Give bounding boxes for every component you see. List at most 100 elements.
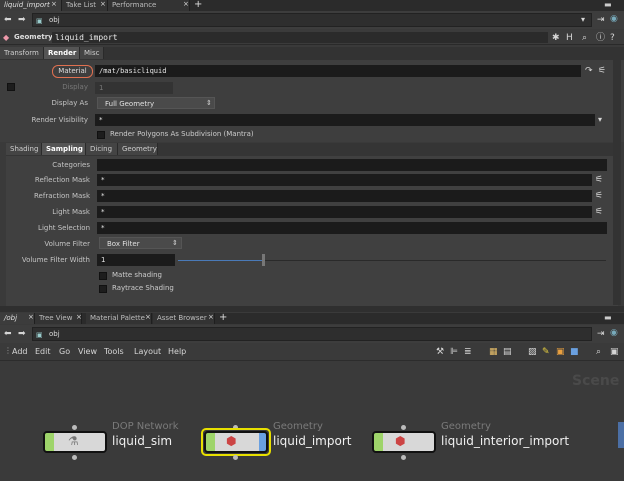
note-icon[interactable]: ✎ [542,347,550,357]
grid-icon[interactable]: ▦ [489,347,498,357]
add-tab-icon[interactable]: + [194,0,202,10]
input-connector[interactable] [72,425,77,430]
chooser-icon[interactable]: ⚟ [595,207,603,217]
chooser-icon[interactable]: ⚟ [595,191,603,201]
output-connector[interactable] [401,455,406,460]
tree-icon[interactable]: ⊫ [450,347,458,357]
chooser-icon[interactable]: ⚟ [598,66,606,76]
forward-arrow-icon[interactable]: ➡ [18,329,26,339]
material-field[interactable]: /mat/basicliquid [95,65,581,77]
tab-dicing[interactable]: Dicing [86,143,118,155]
tab-misc[interactable]: Misc [80,47,104,59]
tab-sampling[interactable]: Sampling [42,143,86,155]
tab-performance-monitor[interactable]: Performance Monitor [108,0,190,20]
help-h-icon[interactable]: H [566,33,573,43]
tab-asset-browser[interactable]: Asset Browser [153,313,215,324]
chooser-icon[interactable]: ⚟ [595,175,603,185]
node-type-label: Geometry [14,33,53,41]
volume-filter-width-label: Volume Filter Width [21,256,90,264]
close-icon[interactable]: × [51,0,57,8]
list-icon[interactable]: ≣ [464,347,472,357]
menu-layout[interactable]: Layout [134,347,161,356]
tab-material-palette[interactable]: Material Palette [86,313,152,324]
matte-shading-checkbox[interactable] [99,272,107,280]
box-icon[interactable]: ▣ [556,347,565,357]
volume-filter-width-field[interactable]: 1 [97,254,175,266]
gear-icon[interactable]: ✱ [552,33,560,43]
menu-go[interactable]: Go [59,347,70,356]
image-icon[interactable]: ▨ [528,347,537,357]
jump-icon[interactable]: ↷ [585,66,593,76]
close-icon[interactable]: × [76,313,82,321]
display-as-menu[interactable]: Full Geometry [97,97,215,109]
menu-tools[interactable]: Tools [104,347,124,356]
close-icon[interactable]: × [28,313,34,321]
param-tabs: Transform Render Misc [0,47,624,60]
tab-tree-view[interactable]: Tree View [35,313,82,324]
refraction-mask-field[interactable]: * [97,190,592,202]
render-visibility-label: Render Visibility [31,116,88,124]
tab-transform[interactable]: Transform [0,47,44,59]
categories-field[interactable] [97,159,607,171]
search-icon[interactable]: ⌕ [582,33,587,43]
menu-add[interactable]: Add [12,347,28,356]
link-icon[interactable]: ◉ [610,14,618,24]
render-visibility-field[interactable]: * [95,114,595,126]
snapshot-icon[interactable]: ▣ [610,347,619,357]
volume-filter-width-slider-fill [178,260,262,261]
tab-geometry[interactable]: Geometry [118,143,158,155]
path-field[interactable]: obj [32,327,592,341]
pane-menu-icon[interactable]: ▬ [604,0,612,9]
material-label[interactable]: Material [52,65,93,78]
close-icon[interactable]: × [145,313,151,321]
reflection-mask-field[interactable]: * [97,174,592,186]
search-icon[interactable]: ⌕ [596,347,601,357]
node-name-text: liquid_import [55,33,118,42]
path-field[interactable]: obj [32,13,592,27]
scrollbar[interactable] [613,60,621,305]
wrench-icon[interactable]: ⚒ [436,347,444,357]
dropdown-icon: ⇕ [172,239,178,247]
table-icon[interactable]: ▤ [503,347,512,357]
add-tab-icon[interactable]: + [219,312,227,323]
light-selection-field[interactable]: * [97,222,607,234]
pane-splitter[interactable] [0,306,624,312]
geometry-node-icon: ⬢ [395,434,406,448]
node-type-label: Geometry [441,421,491,432]
menu-edit[interactable]: Edit [35,347,51,356]
link-icon[interactable]: ◉ [610,328,618,338]
raytrace-shading-checkbox[interactable] [99,285,107,293]
render-polygons-checkbox[interactable] [97,131,105,139]
forward-arrow-icon[interactable]: ➡ [18,15,26,25]
output-connector[interactable] [72,455,77,460]
back-arrow-icon[interactable]: ⬅ [4,15,12,25]
display-as-label: Display As [51,99,88,107]
node-name-field[interactable]: liquid_import [52,32,548,43]
display-checkbox[interactable] [7,83,15,91]
close-icon[interactable]: × [100,0,106,8]
chevron-down-icon[interactable]: ▾ [581,15,585,25]
menu-view[interactable]: View [78,347,97,356]
slider-handle[interactable] [262,254,265,266]
input-connector[interactable] [401,425,406,430]
volume-filter-menu[interactable]: Box Filter [99,237,182,249]
pane-menu-icon[interactable]: ▬ [604,313,612,322]
light-mask-field[interactable]: * [97,206,592,218]
reflection-mask-value: * [101,176,105,184]
close-icon[interactable]: × [183,0,189,8]
back-arrow-icon[interactable]: ⬅ [4,329,12,339]
info-icon[interactable]: ⓘ [596,33,605,43]
menu-help[interactable]: Help [168,347,186,356]
output-connector[interactable] [233,455,238,460]
close-icon[interactable]: × [208,313,214,321]
color-icon[interactable]: ■ [570,347,579,357]
chevron-down-icon[interactable]: ▾ [598,115,602,125]
help-icon[interactable]: ? [610,33,615,43]
tab-shading[interactable]: Shading [6,143,42,155]
render-polygons-label: Render Polygons As Subdivision (Mantra) [110,130,254,138]
pin-icon[interactable]: ⇥ [597,15,605,25]
pin-icon[interactable]: ⇥ [597,329,605,339]
tab-render[interactable]: Render [44,47,80,59]
node-name-label: liquid_interior_import [441,434,570,448]
display-label: Display [62,83,88,91]
